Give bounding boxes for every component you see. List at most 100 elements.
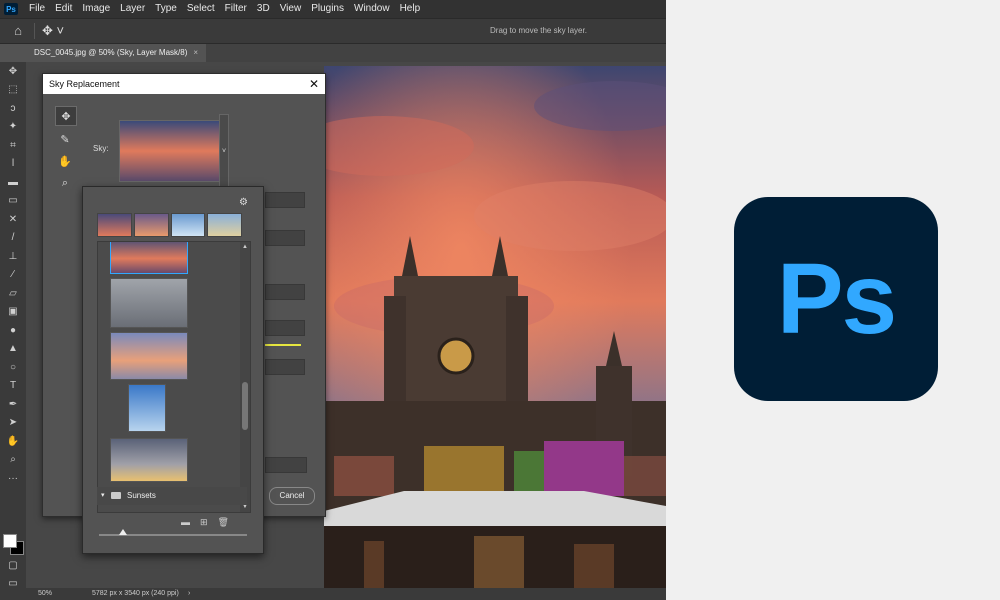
sky-preset-thumbnail[interactable] (128, 384, 166, 432)
sky-preset-list[interactable]: ▲ ▼ (97, 241, 251, 513)
divider (34, 23, 35, 39)
sky-label: Sky: (93, 144, 109, 153)
foreground-color-swatch[interactable] (3, 534, 17, 548)
document-info: 5782 px x 3540 px (240 ppi) (92, 590, 179, 597)
color-slider-track[interactable] (265, 344, 301, 346)
group-label: Sunsets (127, 491, 156, 500)
dialog-tools: ✥ ✎ ✋ ⌕ (55, 106, 77, 196)
zoom-tool-icon[interactable]: ⌕ (0, 451, 26, 470)
document-tab-bar: DSC_0045.jpg @ 50% (Sky, Layer Mask/8) × (26, 44, 666, 62)
menu-3d[interactable]: 3D (252, 0, 275, 18)
menu-file[interactable]: File (24, 0, 50, 18)
zoom-tool-icon[interactable]: ⌕ (55, 174, 75, 192)
sky-brush-tool-icon[interactable]: ✎ (55, 130, 75, 148)
sky-preset-thumbnail[interactable] (110, 438, 188, 482)
menu-filter[interactable]: Filter (220, 0, 252, 18)
menu-select[interactable]: Select (182, 0, 220, 18)
blur-tool-icon[interactable]: ● (0, 321, 26, 340)
field[interactable] (265, 230, 305, 246)
zoom-level[interactable]: 50% (38, 588, 52, 600)
menu-view[interactable]: View (275, 0, 307, 18)
dodge-tool-icon[interactable]: ○ (0, 358, 26, 377)
healing-brush-tool-icon[interactable]: ▬ (0, 173, 26, 192)
field[interactable] (265, 320, 305, 336)
field[interactable] (265, 359, 305, 375)
gear-icon[interactable]: ⚙ (239, 197, 248, 208)
menu-image[interactable]: Image (77, 0, 115, 18)
brush-tool-icon[interactable]: / (0, 229, 26, 248)
menu-plugins[interactable]: Plugins (306, 0, 349, 18)
content-aware-move-icon[interactable]: ✕ (0, 210, 26, 229)
document-tab[interactable]: DSC_0045.jpg @ 50% (Sky, Layer Mask/8) × (26, 44, 207, 62)
close-tab-icon[interactable]: × (193, 48, 198, 57)
crop-tool-icon[interactable]: ⌗ (0, 136, 26, 155)
quick-mask-icon[interactable]: ▢ (0, 556, 26, 575)
type-tool-icon[interactable]: T (0, 377, 26, 396)
options-bar: ⌂ ✥ ˅ Drag to move the sky layer. (0, 18, 666, 44)
dialog-title: Sky Replacement (49, 79, 120, 89)
preset-group-sunsets[interactable]: ▾ Sunsets (97, 487, 247, 505)
recent-skies (97, 213, 242, 237)
patch-tool-icon[interactable]: ▭ (0, 192, 26, 211)
magic-wand-tool-icon[interactable]: ✦ (0, 118, 26, 137)
recent-sky-thumbnail[interactable] (207, 213, 242, 237)
pen-tool-icon[interactable]: ✒ (0, 395, 26, 414)
recent-sky-thumbnail[interactable] (170, 213, 206, 237)
more-tools-icon[interactable]: ··· (0, 469, 26, 488)
marquee-tool-icon[interactable]: ⬚ (0, 81, 26, 100)
menu-edit[interactable]: Edit (50, 0, 77, 18)
recent-sky-thumbnail[interactable] (97, 213, 132, 237)
history-brush-tool-icon[interactable]: ∕ (0, 266, 26, 285)
close-dialog-icon[interactable]: ✕ (309, 74, 319, 94)
sharpen-tool-icon[interactable]: ▲ (0, 340, 26, 359)
sky-move-tool-icon[interactable]: ✥ (55, 106, 77, 126)
sky-preview-thumbnail[interactable] (119, 120, 221, 182)
new-group-folder-icon[interactable]: ▬ (181, 517, 190, 528)
menu-type[interactable]: Type (150, 0, 182, 18)
field[interactable] (265, 284, 305, 300)
menu-layer[interactable]: Layer (115, 0, 150, 18)
slider-knob[interactable] (119, 529, 127, 535)
menu-bar: Ps File Edit Image Layer Type Select Fil… (0, 0, 666, 18)
gradient-tool-icon[interactable]: ▣ (0, 303, 26, 322)
scrollbar-thumb[interactable] (242, 382, 248, 430)
scroll-up-icon[interactable]: ▲ (240, 244, 250, 250)
sky-dropdown-button[interactable]: ˅ (219, 114, 229, 188)
hand-tool-icon[interactable]: ✋ (0, 432, 26, 451)
eraser-tool-icon[interactable]: ▱ (0, 284, 26, 303)
photoshop-window: Ps File Edit Image Layer Type Select Fil… (0, 0, 666, 600)
trash-icon[interactable]: 🗑 (218, 517, 229, 528)
eyedropper-tool-icon[interactable]: ǀ (0, 155, 26, 174)
menu-window[interactable]: Window (349, 0, 395, 18)
photoshop-logo: Ps (734, 197, 938, 401)
document-photo (324, 66, 666, 590)
field[interactable] (265, 192, 305, 208)
chevron-down-icon[interactable]: ▾ (101, 487, 105, 505)
photoshop-app-icon: Ps (4, 3, 18, 15)
home-icon[interactable]: ⌂ (10, 23, 26, 39)
sky-preset-thumbnail[interactable] (110, 278, 188, 328)
hand-tool-icon[interactable]: ✋ (55, 152, 75, 170)
clone-stamp-tool-icon[interactable]: ⊥ (0, 247, 26, 266)
options-hint: Drag to move the sky layer. (490, 26, 587, 35)
move-tool-icon[interactable]: ✥ (0, 62, 26, 81)
menu-help[interactable]: Help (395, 0, 426, 18)
status-menu-arrow-icon[interactable]: › (188, 588, 190, 600)
output-dropdown[interactable] (265, 457, 307, 473)
preset-list-scrollbar[interactable]: ▲ ▼ (240, 242, 250, 512)
new-preset-icon[interactable]: ⊞ (200, 517, 208, 528)
path-selection-tool-icon[interactable]: ➤ (0, 414, 26, 433)
preset-actions: ▬ ⊞ 🗑 (181, 517, 229, 528)
sky-preset-thumbnail[interactable] (110, 332, 188, 380)
lasso-tool-icon[interactable]: ↄ (0, 99, 26, 118)
document-tab-label: DSC_0045.jpg @ 50% (Sky, Layer Mask/8) (34, 48, 188, 57)
sky-preset-thumbnail[interactable] (110, 242, 188, 274)
canvas-area[interactable]: Sky Replacement ✕ ✥ ✎ ✋ ⌕ Sky: ˅ Cancel (26, 62, 666, 590)
dialog-titlebar: Sky Replacement ✕ (43, 74, 325, 94)
recent-sky-thumbnail[interactable] (133, 213, 169, 237)
thumbnail-size-slider[interactable] (99, 529, 247, 536)
status-bar: 50% 5782 px x 3540 px (240 ppi) › (0, 588, 666, 600)
move-tool-preset-icon[interactable]: ✥ ˅ (42, 22, 64, 40)
folder-icon (111, 492, 121, 499)
cancel-button[interactable]: Cancel (269, 487, 315, 505)
